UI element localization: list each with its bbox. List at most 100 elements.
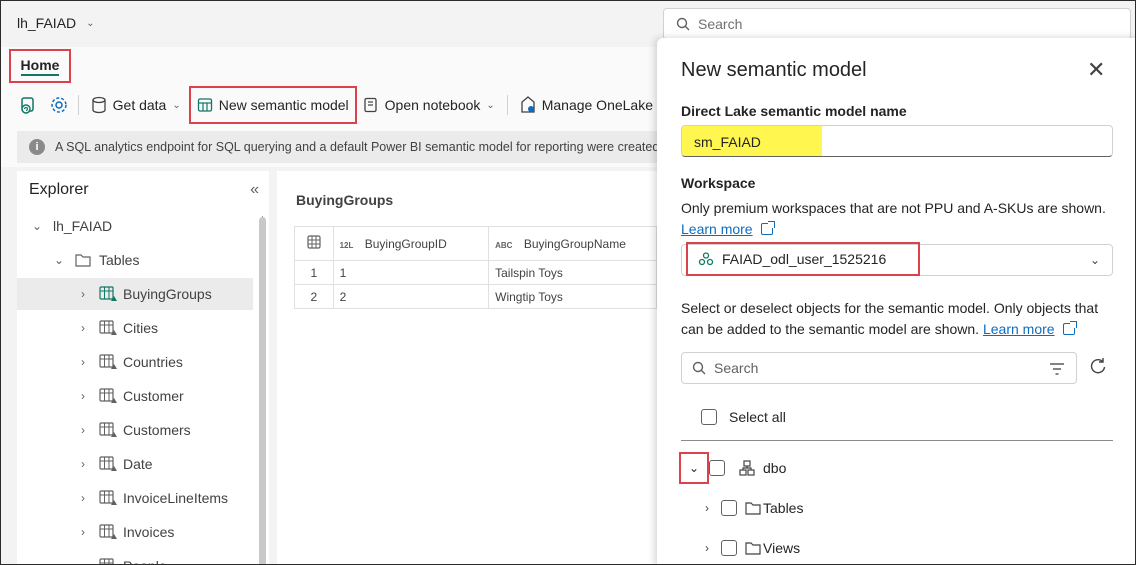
tree-item-table[interactable]: › People xyxy=(17,550,253,564)
explorer-scrollbar[interactable] xyxy=(259,217,266,564)
ribbon-toolbar: Get data ⌄ New semantic model Open noteb… xyxy=(17,86,657,124)
checkbox[interactable] xyxy=(721,540,737,556)
semantic-model-icon xyxy=(197,98,212,112)
tree-item-label: Customers xyxy=(123,422,191,438)
chevron-down-icon: ⌄ xyxy=(53,253,65,267)
notebook-icon xyxy=(364,97,377,113)
chevron-right-icon[interactable]: › xyxy=(75,321,91,335)
chevron-down-icon: ⌄ xyxy=(31,219,43,233)
chevron-right-icon[interactable]: › xyxy=(705,501,709,515)
chevron-right-icon[interactable]: › xyxy=(75,525,91,539)
tree-item-table[interactable]: › Invoices xyxy=(17,516,253,548)
close-icon[interactable]: ✕ xyxy=(1087,59,1105,81)
chevron-right-icon[interactable]: › xyxy=(75,287,91,301)
tree-item-table[interactable]: › InvoiceLineItems xyxy=(17,482,253,514)
object-search-input[interactable]: Search xyxy=(681,352,1077,384)
open-notebook-button[interactable]: Open notebook ⌄ xyxy=(359,91,499,119)
schema-row-dbo[interactable]: dbo xyxy=(709,460,786,476)
chevron-right-icon[interactable]: › xyxy=(75,355,91,369)
tree-item-table[interactable]: › BuyingGroups xyxy=(17,278,253,310)
tree-item-label: lh_FAIAD xyxy=(53,218,113,234)
text-type-icon: ABC xyxy=(495,240,513,250)
manage-onelake-button[interactable]: Manage OneLake xyxy=(516,91,657,119)
tree-item-table[interactable]: › Countries xyxy=(17,346,253,378)
workspace-dropdown[interactable]: FAIAD_odl_user_1525216 ⌄ xyxy=(681,242,1113,276)
settings-gear-icon[interactable] xyxy=(48,93,69,117)
external-link-icon xyxy=(760,221,775,235)
chevron-down-icon: ⌄ xyxy=(688,461,700,475)
tree-item-label: BuyingGroups xyxy=(123,286,212,302)
tree-item-label: Date xyxy=(123,456,153,472)
workspace-selected-value: FAIAD_odl_user_1525216 xyxy=(686,242,920,276)
chevron-right-icon[interactable]: › xyxy=(75,491,91,505)
folder-icon xyxy=(75,254,91,267)
select-objects-note: Select or deselect objects for the seman… xyxy=(681,300,1099,316)
select-all-label: Select all xyxy=(729,409,786,425)
open-notebook-label: Open notebook xyxy=(384,97,481,113)
tree-item-label: Cities xyxy=(123,320,159,336)
chevron-right-icon[interactable]: › xyxy=(75,423,91,437)
schema-icon xyxy=(739,460,755,476)
column-header-label: BuyingGroupName xyxy=(523,236,626,251)
get-data-button[interactable]: Get data ⌄ xyxy=(87,91,185,119)
checkbox[interactable] xyxy=(721,500,737,516)
table-grid-icon xyxy=(307,235,321,249)
table-cell: 2 xyxy=(332,284,490,309)
item-name-menu[interactable]: lh_FAIAD ⌄ xyxy=(17,15,95,31)
table-icon xyxy=(99,490,117,505)
filter-icon[interactable] xyxy=(1050,363,1064,375)
tab-home-label: Home xyxy=(20,57,60,76)
folder-row-tables[interactable]: › Tables xyxy=(705,500,803,516)
search-icon xyxy=(676,17,690,31)
chevron-down-icon: ⌄ xyxy=(486,99,495,111)
select-objects-note-2: can be added to the semantic model are s… xyxy=(681,321,1077,337)
select-objects-note-text: can be added to the semantic model are s… xyxy=(681,321,980,337)
new-semantic-model-panel: New semantic model ✕ Direct Lake semanti… xyxy=(657,38,1135,564)
chevron-right-icon[interactable]: › xyxy=(705,541,709,555)
tree-item-label: Countries xyxy=(123,354,183,370)
checkbox xyxy=(701,409,717,425)
new-semantic-model-label: New semantic model xyxy=(218,97,349,113)
tab-home[interactable]: Home xyxy=(9,49,71,83)
folder-row-views[interactable]: › Views xyxy=(705,540,800,556)
tree-item-table[interactable]: › Customer xyxy=(17,380,253,412)
tree-item-table[interactable]: › Date xyxy=(17,448,253,480)
divider xyxy=(681,440,1113,441)
row-number-cell: 1 xyxy=(294,260,334,285)
tree-item-label: InvoiceLineItems xyxy=(123,490,229,506)
explorer-pane: Explorer « ⌄ lh_FAIAD ⌄ Tables › BuyingGr… xyxy=(17,171,269,564)
learn-more-link[interactable]: Learn more xyxy=(983,321,1055,337)
column-header[interactable]: ABC BuyingGroupName xyxy=(488,226,657,261)
checkbox[interactable] xyxy=(709,460,725,476)
info-message-text: A SQL analytics endpoint for SQL queryin… xyxy=(55,140,657,154)
lakehouse-refresh-icon[interactable] xyxy=(17,93,38,117)
row-number-cell: 2 xyxy=(294,284,334,309)
workspace-icon xyxy=(698,252,714,266)
chevron-right-icon[interactable]: › xyxy=(75,457,91,471)
folder-icon xyxy=(745,502,761,515)
table-preview-title: BuyingGroups xyxy=(296,192,394,208)
external-link-icon xyxy=(1062,321,1077,335)
refresh-icon[interactable] xyxy=(1088,356,1108,376)
learn-more-link[interactable]: Learn more xyxy=(681,221,775,237)
column-header[interactable]: 12L BuyingGroupID xyxy=(332,226,490,261)
tree-item-lakehouse[interactable]: ⌄ lh_FAIAD xyxy=(17,210,253,242)
global-search-placeholder: Search xyxy=(698,16,743,32)
model-name-field[interactable]: sm_FAIAD xyxy=(681,125,1113,157)
tree-item-table[interactable]: › Customers xyxy=(17,414,253,446)
chevron-right-icon[interactable]: › xyxy=(75,559,91,564)
table-cell: Tailspin Toys xyxy=(488,260,657,285)
select-all-checkbox[interactable]: Select all xyxy=(701,409,786,425)
global-search-input[interactable]: Search xyxy=(663,8,1131,40)
tree-item-label: Customer xyxy=(123,388,184,404)
workspace-label: Workspace xyxy=(681,175,756,191)
collapse-pane-icon[interactable]: « xyxy=(250,181,259,199)
tree-item-table[interactable]: › Cities xyxy=(17,312,253,344)
table-icon xyxy=(99,558,114,564)
table-icon xyxy=(99,354,117,369)
expand-dbo-button[interactable]: ⌄ xyxy=(679,452,709,484)
new-semantic-model-button[interactable]: New semantic model xyxy=(188,86,357,124)
grid-corner-cell xyxy=(294,226,334,261)
chevron-right-icon[interactable]: › xyxy=(75,389,91,403)
tree-item-tables-folder[interactable]: ⌄ Tables xyxy=(17,244,253,276)
